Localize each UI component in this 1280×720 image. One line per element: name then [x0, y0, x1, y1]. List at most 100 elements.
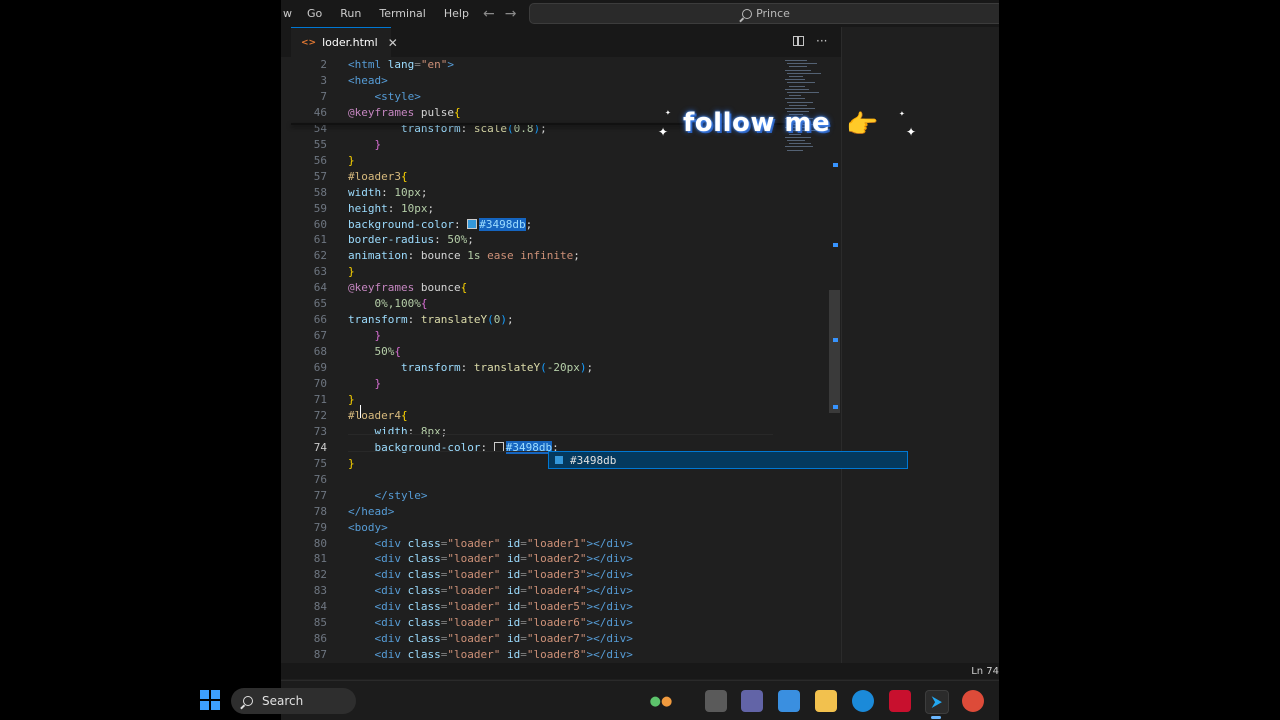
line-code: width: 10px; — [348, 185, 428, 201]
code-token: class — [407, 552, 441, 566]
code-line[interactable]: 81 <div class="loader" id="loader2"></di… — [281, 551, 841, 567]
code-line[interactable]: 61 border-radius: 50%; — [281, 232, 841, 248]
code-line[interactable]: 82 <div class="loader" id="loader3"></di… — [281, 567, 841, 583]
command-center-label: Prince — [756, 7, 790, 20]
line-number: 71 — [313, 392, 327, 406]
code-token: ></div> — [586, 600, 633, 614]
color-suggestion-item[interactable]: #3498db — [548, 451, 908, 469]
back-arrow-icon[interactable]: ← — [483, 6, 495, 22]
line-code: } — [348, 264, 355, 280]
code-token: <div — [374, 536, 408, 550]
code-line[interactable]: 55 } — [281, 137, 841, 153]
teams-icon[interactable] — [741, 690, 763, 712]
color-swatch-icon — [467, 218, 478, 229]
code-token: "loader3" — [526, 568, 587, 582]
code-line[interactable]: 87 <div class="loader" id="loader8"></di… — [281, 647, 841, 663]
code-token: 0%,100% — [374, 297, 421, 311]
line-code: </head> — [348, 504, 394, 520]
code-line[interactable]: 57 #loader3{ — [281, 169, 841, 185]
menu-item-go[interactable]: Go — [298, 0, 331, 27]
code-line[interactable]: 66 transform: translateY(0); — [281, 312, 841, 328]
code-line[interactable]: 63} — [281, 264, 841, 280]
store-icon[interactable] — [778, 690, 800, 712]
code-token: id — [500, 648, 521, 662]
command-center[interactable]: Prince — [529, 3, 999, 24]
active-app-indicator — [931, 716, 941, 719]
menu-item-terminal[interactable]: Terminal — [370, 0, 435, 27]
code-token: <div — [374, 616, 408, 630]
code-line[interactable]: 58 width: 10px; — [281, 185, 841, 201]
line-number: 7 — [320, 89, 327, 103]
code-line[interactable]: 2 <html lang="en"> — [281, 57, 841, 73]
code-token: : — [387, 201, 401, 215]
code-line[interactable]: 78 </head> — [281, 504, 841, 520]
more-actions-icon[interactable]: ··· — [816, 34, 827, 48]
code-token: border-radius — [348, 233, 435, 247]
code-token: } — [374, 329, 382, 343]
line-number: 2 — [320, 58, 327, 71]
code-token: } — [348, 265, 355, 279]
line-code: @keyframes bounce{ — [348, 280, 467, 296]
menu-item-help[interactable]: Help — [435, 0, 478, 27]
code-line[interactable]: 59 height: 10px; — [281, 201, 841, 217]
tab-loder-html[interactable]: <> loder.html ✕ — [291, 27, 398, 57]
search-icon — [243, 696, 253, 706]
file-explorer-icon[interactable] — [815, 690, 837, 712]
editor-tab-bar: <> loder.html ✕ — [281, 27, 841, 57]
line-number: 65 — [313, 297, 327, 311]
code-line[interactable]: 85 <div class="loader" id="loader6"></di… — [281, 615, 841, 631]
vscode-icon[interactable]: ⮞ — [925, 690, 949, 714]
menu-item-run[interactable]: Run — [331, 0, 370, 27]
code-line[interactable]: 3 <head> — [281, 73, 841, 89]
minimap-line — [789, 95, 801, 97]
code-line[interactable]: 83 <div class="loader" id="loader4"></di… — [281, 583, 841, 599]
code-token: = — [520, 616, 527, 630]
code-line[interactable]: 68 50%{ — [281, 344, 841, 360]
minimap-line — [785, 60, 807, 61]
code-token: "loader" — [447, 584, 501, 598]
line-number: 46 — [313, 105, 327, 119]
code-line[interactable]: 65 0%,100%{ — [281, 296, 841, 312]
code-line[interactable]: 72 #loader4{ — [281, 408, 841, 424]
code-line[interactable]: 76 — [281, 472, 841, 488]
code-line[interactable]: 64 @keyframes bounce{ — [281, 280, 841, 296]
code-line[interactable]: 70 } — [281, 376, 841, 392]
suggestion-label: #3498db — [570, 453, 617, 467]
edge-icon[interactable] — [852, 690, 874, 712]
forward-arrow-icon[interactable]: → — [505, 6, 517, 22]
code-line[interactable]: 62 animation: bounce 1s ease infinite; — [281, 248, 841, 264]
mcafee-icon[interactable] — [889, 690, 911, 712]
code-line[interactable]: 67 } — [281, 328, 841, 344]
code-line[interactable]: 77 </style> — [281, 488, 841, 504]
code-line[interactable]: 80 <div class="loader" id="loader1"></di… — [281, 536, 841, 552]
code-token: ></div> — [586, 568, 633, 582]
widgets-icon[interactable]: ● ● — [650, 690, 673, 712]
code-line[interactable]: 71} — [281, 392, 841, 408]
code-line[interactable]: 69 transform: translateY(-20px); — [281, 360, 841, 376]
task-view-icon[interactable] — [705, 690, 727, 712]
code-token: ></div> — [586, 552, 633, 566]
scrollbar-thumb[interactable] — [829, 290, 840, 413]
windows-start-icon[interactable] — [200, 690, 220, 710]
status-line-number[interactable]: Ln 74 — [971, 666, 999, 677]
line-code: #loader4{ — [348, 408, 408, 424]
code-line[interactable]: 86 <div class="loader" id="loader7"></di… — [281, 631, 841, 647]
sparkle-icon: ✦ — [899, 110, 905, 118]
scrollbar-marker — [833, 405, 838, 409]
code-token: @keyframes — [348, 281, 421, 295]
code-line[interactable]: 7 <style> — [281, 89, 841, 105]
split-editor-icon[interactable] — [793, 36, 804, 46]
menu-item-view[interactable]: w — [281, 0, 298, 27]
code-line[interactable]: 79 <body> — [281, 520, 841, 536]
taskbar-search[interactable]: Search — [231, 688, 356, 714]
code-line[interactable]: 60 background-color: #3498db; — [281, 217, 841, 233]
code-line[interactable]: 84 <div class="loader" id="loader5"></di… — [281, 599, 841, 615]
code-token: : — [434, 233, 448, 247]
code-editor[interactable]: 2 <html lang="en"> 3 <head> 7 <style> 46 @keyf… — [281, 57, 841, 663]
chrome-icon[interactable] — [962, 690, 984, 712]
close-icon[interactable]: ✕ — [388, 36, 398, 50]
code-token: class — [407, 632, 441, 646]
code-line[interactable]: 56} — [281, 153, 841, 169]
